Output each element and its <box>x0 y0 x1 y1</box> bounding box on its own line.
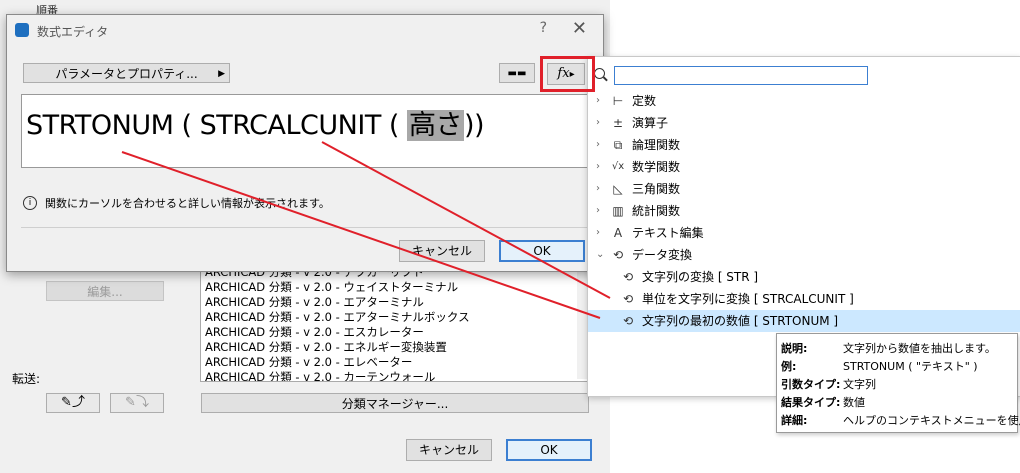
tooltip-key: 詳細: <box>781 414 808 427</box>
list-item[interactable]: ARCHICAD 分類 - v 2.0 - カーテンウォール <box>201 370 589 381</box>
operator-icon: ± <box>612 116 624 130</box>
list-item[interactable]: ARCHICAD 分類 - v 2.0 - エネルギー変換装置 <box>201 340 589 355</box>
tooltip-key: 引数タイプ: <box>781 378 841 391</box>
tooltip-value: ヘルプのコンテキストメニューを使用 <box>843 414 1020 427</box>
parameters-properties-button[interactable]: パラメータとプロパティ... ▶ <box>23 63 230 83</box>
close-icon[interactable]: ✕ <box>572 18 587 39</box>
chevron-right-icon[interactable]: › <box>596 134 606 156</box>
tooltip-key: 説明: <box>781 342 808 355</box>
conversion-icon: ⟲ <box>622 292 634 306</box>
list-item[interactable]: ARCHICAD 分類 - v 2.0 - エアターミナルボックス <box>201 310 589 325</box>
tree-item-label: 文字列の変換 [ STR ] <box>642 270 759 284</box>
formula-prefix: STRTONUM ( STRCALCUNIT ( <box>26 110 408 141</box>
app-icon <box>15 23 29 37</box>
puzzle-icon: ⧉ <box>613 138 623 152</box>
search-input[interactable] <box>614 66 868 85</box>
tree-item-trig[interactable]: › ◺ 三角関数 <box>588 178 1020 200</box>
chevron-right-icon: ▶ <box>218 69 225 79</box>
ok-button[interactable]: OK <box>506 439 592 461</box>
transfer-label: 転送: <box>12 372 41 386</box>
edit-button[interactable]: 編集... <box>46 281 164 301</box>
tree-item-text-edit[interactable]: › A テキスト編集 <box>588 222 1020 244</box>
tree-item-statistics[interactable]: › ▥ 統計関数 <box>588 200 1020 222</box>
dialog-title: 数式エディタ <box>37 25 109 39</box>
function-tooltip: 説明: 文字列から数値を抽出します。 例: STRTONUM ( "テキスト" … <box>776 333 1020 433</box>
tooltip-key: 例: <box>781 360 797 373</box>
bar-chart-icon: ▥ <box>612 204 624 218</box>
tree-item-strtonum[interactable]: ⟲ 文字列の最初の数値 [ STRTONUM ] <box>588 310 1020 332</box>
tree-item-logical[interactable]: › ⧉ 論理関数 <box>588 134 1020 156</box>
list-item[interactable]: ARCHICAD 分類 - v 2.0 - エアターミナル <box>201 295 589 310</box>
triangle-icon: ◺ <box>613 182 623 196</box>
dialog-cancel-button[interactable]: キャンセル <box>399 240 485 262</box>
chevron-right-icon[interactable]: › <box>596 222 606 244</box>
text-icon: A <box>613 226 623 240</box>
transfer-out-icon[interactable]: ✎⤴ <box>46 393 100 413</box>
formula-text: STRTONUM ( STRCALCUNIT ( 高さ)) <box>26 103 485 142</box>
chevron-right-icon[interactable]: › <box>596 112 606 134</box>
tree-item-label: 数学関数 <box>632 160 681 174</box>
info-text: 関数にカーソルを合わせると詳しい情報が表示されます。 <box>45 197 330 210</box>
chevron-right-icon[interactable]: › <box>596 178 606 200</box>
tooltip-value: 文字列から数値を抽出します。 <box>843 342 996 355</box>
chevron-right-icon[interactable]: › <box>596 90 606 112</box>
conversion-icon: ⟲ <box>622 314 634 328</box>
ruler-icon[interactable]: ▬▬ <box>499 63 535 83</box>
tree-item-constants[interactable]: › ⊢ 定数 <box>588 90 1020 112</box>
help-icon[interactable]: ? <box>540 20 547 36</box>
tree-item-label: テキスト編集 <box>632 226 704 240</box>
conversion-icon: ⟲ <box>622 270 634 284</box>
parameters-properties-label: パラメータとプロパティ... <box>55 67 198 81</box>
tree-item-label: 三角関数 <box>632 182 681 196</box>
tree-item-label: 定数 <box>632 94 657 108</box>
list-item[interactable]: ARCHICAD 分類 - v 2.0 - エレベーター <box>201 355 589 370</box>
formula-input[interactable]: STRTONUM ( STRCALCUNIT ( 高さ)) <box>21 94 593 168</box>
tree-item-operators[interactable]: › ± 演算子 <box>588 112 1020 134</box>
list-item[interactable]: ARCHICAD 分類 - v 2.0 - エスカレーター <box>201 325 589 340</box>
info-icon: i <box>23 196 37 210</box>
sqrt-icon: √x <box>611 161 625 172</box>
tree-item-label: データ変換 <box>632 248 693 262</box>
conversion-icon: ⟲ <box>612 248 624 262</box>
divider <box>21 227 591 228</box>
tooltip-value: STRTONUM ( "テキスト" ) <box>843 360 978 373</box>
transfer-in-icon[interactable]: ✎⤵ <box>110 393 164 413</box>
tree-item-label: 文字列の最初の数値 [ STRTONUM ] <box>642 314 839 328</box>
tooltip-value: 文字列 <box>843 378 876 391</box>
dialog-ok-button[interactable]: OK <box>499 240 585 262</box>
tree-item-label: 単位を文字列に変換 [ STRCALCUNIT ] <box>642 292 854 306</box>
search-icon <box>594 68 605 79</box>
formula-editor-dialog: 数式エディタ ? ✕ パラメータとプロパティ... ▶ ▬▬ fx▸ STRTO… <box>6 14 604 272</box>
chevron-right-icon[interactable]: › <box>596 200 606 222</box>
chevron-down-icon[interactable]: ⌄ <box>596 244 606 266</box>
classification-list[interactable]: ARCHICAD 分類 - v 2.0 - アプガーリフト ARCHICAD 分… <box>200 264 590 382</box>
tree-item-strcalcunit[interactable]: ⟲ 単位を文字列に変換 [ STRCALCUNIT ] <box>588 288 1020 310</box>
list-item[interactable]: ARCHICAD 分類 - v 2.0 - ウェイストターミナル <box>201 280 589 295</box>
tree-item-math[interactable]: › √x 数学関数 <box>588 156 1020 178</box>
constant-icon: ⊢ <box>612 94 624 108</box>
tree-item-data-conversion[interactable]: ⌄ ⟲ データ変換 <box>588 244 1020 266</box>
tree-item-label: 演算子 <box>632 116 669 130</box>
chevron-right-icon[interactable]: › <box>596 156 606 178</box>
class-manager-button[interactable]: 分類マネージャー... <box>201 393 589 413</box>
tooltip-value: 数値 <box>843 396 865 409</box>
tree-item-str[interactable]: ⟲ 文字列の変換 [ STR ] <box>588 266 1020 288</box>
tooltip-key: 結果タイプ: <box>781 396 841 409</box>
tree-item-label: 論理関数 <box>632 138 681 152</box>
fx-highlight-box <box>540 56 595 92</box>
cancel-button[interactable]: キャンセル <box>406 439 492 461</box>
tree-item-label: 統計関数 <box>632 204 681 218</box>
formula-selected-parameter[interactable]: 高さ <box>407 110 465 141</box>
formula-suffix: )) <box>464 110 485 141</box>
